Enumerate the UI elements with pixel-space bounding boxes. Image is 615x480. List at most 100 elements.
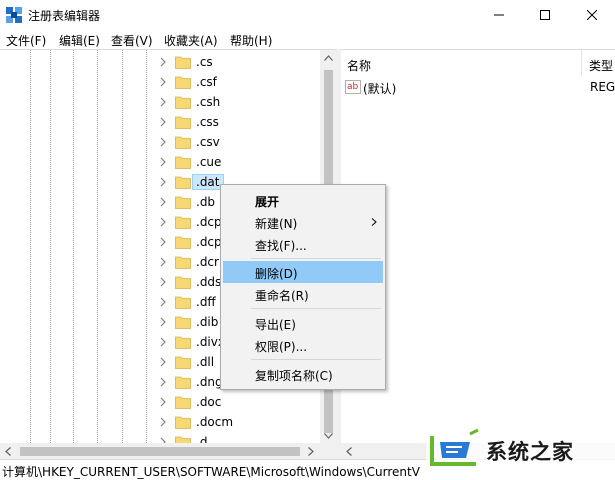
folder-icon	[175, 276, 191, 289]
column-divider[interactable]	[581, 50, 582, 76]
menu-bar: 文件(F) 编辑(E) 查看(V) 收藏夹(A) 帮助(H)	[0, 29, 615, 49]
folder-icon	[175, 176, 191, 189]
tree-key-label: .csf	[196, 75, 217, 89]
tree-guide-line	[97, 50, 98, 443]
window-title: 注册表编辑器	[28, 9, 101, 23]
minimize-button[interactable]	[476, 0, 522, 29]
tree-key-row[interactable]: .docm	[158, 412, 320, 432]
expand-chevron-icon[interactable]	[158, 416, 168, 428]
menu-edit[interactable]: 编辑(E)	[59, 32, 100, 49]
tree-key-label: .dcp	[196, 215, 222, 229]
expand-chevron-icon[interactable]	[158, 56, 168, 68]
tree-key-label: .docm	[196, 415, 234, 429]
title-bar: 注册表编辑器	[0, 0, 615, 29]
expand-chevron-icon[interactable]	[158, 296, 168, 308]
tree-key-label: .css	[196, 115, 219, 129]
expand-chevron-icon[interactable]	[158, 236, 168, 248]
tree-key-row[interactable]: .cue	[158, 152, 320, 172]
submenu-arrow-icon	[371, 218, 377, 226]
folder-icon	[175, 356, 191, 369]
tree-key-row[interactable]: .doc	[158, 392, 320, 412]
registry-editor-window: 注册表编辑器 文件(F) 编辑(E) 查看(V) 收藏夹(A) 帮助(H) .c…	[0, 0, 615, 480]
expand-chevron-icon[interactable]	[158, 116, 168, 128]
maximize-icon	[540, 9, 550, 20]
tree-key-label: .db	[196, 195, 216, 209]
context-menu-delete[interactable]: 删除(D)	[223, 261, 383, 283]
tree-key-label: .dib	[196, 315, 219, 329]
folder-icon	[175, 296, 191, 309]
menu-help[interactable]: 帮助(H)	[230, 32, 272, 49]
expand-chevron-icon[interactable]	[158, 336, 168, 348]
context-menu-delete-label: 删除(D)	[255, 267, 298, 281]
tree-key-label: .dcr	[196, 255, 219, 269]
value-row[interactable]: ab (默认) REG	[341, 78, 615, 98]
folder-icon	[175, 136, 191, 149]
value-type: REG	[590, 80, 615, 94]
menu-view[interactable]: 查看(V)	[111, 32, 153, 49]
expand-chevron-icon[interactable]	[158, 276, 168, 288]
expand-chevron-icon[interactable]	[158, 316, 168, 328]
expand-chevron-icon[interactable]	[158, 76, 168, 88]
folder-icon	[175, 76, 191, 89]
menu-file[interactable]: 文件(F)	[6, 32, 46, 49]
tree-key-label: .dll	[196, 355, 215, 369]
folder-icon	[175, 156, 191, 169]
expand-chevron-icon[interactable]	[158, 156, 168, 168]
folder-icon	[175, 416, 191, 429]
context-menu-rename[interactable]: 重命名(R)	[223, 283, 383, 305]
expand-chevron-icon[interactable]	[158, 196, 168, 208]
tree-key-label: .dff	[196, 295, 216, 309]
expand-chevron-icon[interactable]	[158, 96, 168, 108]
column-header-name[interactable]: 名称	[347, 57, 371, 74]
menu-favorites[interactable]: 收藏夹(A)	[164, 32, 218, 49]
close-button[interactable]	[569, 0, 615, 29]
folder-icon	[175, 376, 191, 389]
tree-key-label: .csv	[196, 135, 220, 149]
context-menu-new-label: 新建(N)	[255, 217, 298, 231]
tree-key-row[interactable]: .css	[158, 112, 320, 132]
context-menu-new[interactable]: 新建(N)	[223, 211, 383, 233]
context-menu-export[interactable]: 导出(E)	[223, 312, 383, 334]
expand-chevron-icon[interactable]	[158, 176, 168, 188]
expand-chevron-icon[interactable]	[158, 376, 168, 388]
tree-guide-line	[73, 50, 74, 443]
tree-guide-line	[50, 50, 51, 443]
close-icon	[587, 9, 597, 20]
folder-icon	[175, 336, 191, 349]
maximize-button[interactable]	[522, 0, 568, 29]
folder-icon	[175, 216, 191, 229]
column-header-type[interactable]: 类型	[589, 57, 613, 74]
scroll-up-arrow-icon[interactable]	[324, 55, 333, 61]
expand-chevron-icon[interactable]	[158, 356, 168, 368]
context-menu-expand[interactable]: 展开	[223, 189, 383, 211]
expand-chevron-icon[interactable]	[158, 256, 168, 268]
folder-icon	[175, 256, 191, 269]
context-menu-expand-label: 展开	[255, 195, 280, 209]
expand-chevron-icon[interactable]	[158, 136, 168, 148]
context-menu-permissions[interactable]: 权限(P)...	[223, 334, 383, 356]
context-menu-export-label: 导出(E)	[255, 318, 296, 332]
scroll-right-arrow-icon[interactable]	[308, 447, 314, 456]
scroll-left-arrow-icon[interactable]	[346, 447, 352, 456]
context-menu-find[interactable]: 查找(F)...	[223, 233, 383, 255]
scroll-left-arrow-icon[interactable]	[5, 447, 11, 456]
tree-horizontal-scrollbar[interactable]	[0, 443, 337, 459]
tree-key-label: .dat	[192, 174, 224, 190]
tree-guide-line	[30, 50, 31, 443]
status-key-path: 计算机\HKEY_CURRENT_USER\SOFTWARE\Microsoft…	[2, 465, 420, 479]
tree-key-label: .dcp	[196, 235, 222, 249]
tree-key-row[interactable]: .csv	[158, 132, 320, 152]
folder-icon	[175, 56, 191, 69]
context-menu-copy-key-name[interactable]: 复制项名称(C)	[223, 363, 383, 385]
tree-key-row[interactable]: .cs	[158, 52, 320, 72]
minimize-icon	[494, 14, 504, 15]
tree-guide-line	[146, 50, 147, 443]
expand-chevron-icon[interactable]	[158, 216, 168, 228]
context-menu-permissions-label: 权限(P)...	[255, 340, 308, 354]
tree-horizontal-scroll-thumb[interactable]	[20, 447, 300, 456]
tree-guide-line	[122, 50, 123, 443]
tree-key-row[interactable]: .csf	[158, 72, 320, 92]
tree-key-row[interactable]: .csh	[158, 92, 320, 112]
expand-chevron-icon[interactable]	[158, 396, 168, 408]
scroll-down-arrow-icon[interactable]	[324, 433, 333, 439]
